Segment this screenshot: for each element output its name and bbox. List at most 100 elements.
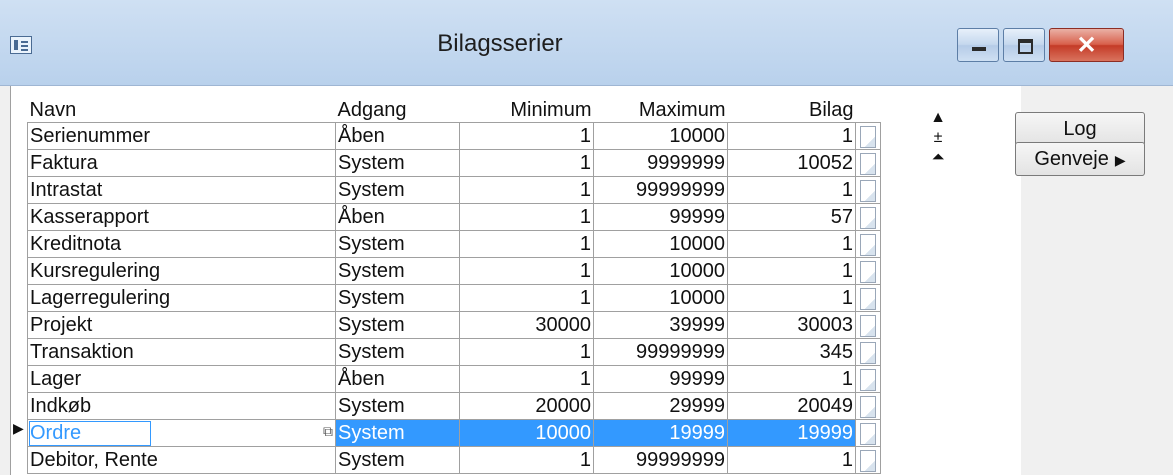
row-document-button[interactable]: [855, 122, 881, 150]
lookup-icon[interactable]: ⧉: [323, 423, 333, 440]
row-document-button[interactable]: [855, 365, 881, 393]
cell-maximum[interactable]: 99999: [593, 203, 728, 231]
row-document-button[interactable]: [855, 338, 881, 366]
table-row[interactable]: Lager Åben 1 99999 1: [27, 365, 881, 393]
cell-bilag[interactable]: 1: [727, 446, 856, 474]
cell-maximum[interactable]: 99999999: [593, 176, 728, 204]
cell-maximum[interactable]: 10000: [593, 230, 728, 258]
cell-adgang[interactable]: System: [335, 149, 460, 177]
table-row[interactable]: Transaktion System 1 99999999 345: [27, 338, 881, 366]
cell-adgang[interactable]: System: [335, 392, 460, 420]
column-header-navn[interactable]: Navn: [28, 94, 336, 123]
cell-minimum[interactable]: 30000: [459, 311, 594, 339]
cell-navn[interactable]: Lagerregulering: [27, 284, 336, 312]
cell-bilag[interactable]: 1: [727, 257, 856, 285]
cell-maximum[interactable]: 39999: [593, 311, 728, 339]
cell-minimum[interactable]: 1: [459, 122, 594, 150]
cell-minimum[interactable]: 1: [459, 230, 594, 258]
table-row[interactable]: Serienummer Åben 1 10000 1: [27, 122, 881, 150]
cell-adgang[interactable]: System: [335, 257, 460, 285]
table-row[interactable]: Intrastat System 1 99999999 1: [27, 176, 881, 204]
cell-navn[interactable]: Kursregulering: [27, 257, 336, 285]
scroll-up-icon[interactable]: ▲: [930, 108, 946, 128]
cell-bilag[interactable]: 1: [727, 284, 856, 312]
cell-maximum[interactable]: 99999: [593, 365, 728, 393]
cell-maximum[interactable]: 99999999: [593, 338, 728, 366]
row-document-button[interactable]: [855, 149, 881, 177]
cell-navn[interactable]: Serienummer: [27, 122, 336, 150]
cell-adgang[interactable]: System: [335, 446, 460, 474]
cell-minimum[interactable]: 1: [459, 176, 594, 204]
cell-adgang[interactable]: System: [335, 338, 460, 366]
cell-navn[interactable]: Intrastat: [27, 176, 336, 204]
genveje-button[interactable]: Genveje ▶: [1015, 142, 1145, 176]
column-header-minimum[interactable]: Minimum: [460, 94, 594, 123]
row-document-button[interactable]: [855, 284, 881, 312]
column-header-maximum[interactable]: Maximum: [594, 94, 728, 123]
cell-adgang[interactable]: Åben: [335, 122, 460, 150]
cell-adgang[interactable]: Åben: [335, 203, 460, 231]
row-document-button[interactable]: [855, 446, 881, 474]
scroll-page-up-icon[interactable]: ±: [930, 128, 946, 148]
cell-edit-input[interactable]: Ordre: [29, 420, 151, 446]
cell-bilag[interactable]: 345: [727, 338, 856, 366]
cell-bilag[interactable]: 20049: [727, 392, 856, 420]
cell-maximum[interactable]: 10000: [593, 284, 728, 312]
row-document-button[interactable]: [855, 311, 881, 339]
cell-navn[interactable]: Lager: [27, 365, 336, 393]
row-document-button[interactable]: [855, 419, 881, 447]
cell-navn[interactable]: Debitor, Rente: [27, 446, 336, 474]
cell-minimum[interactable]: 1: [459, 284, 594, 312]
cell-maximum[interactable]: 29999: [593, 392, 728, 420]
cell-maximum[interactable]: 99999999: [593, 446, 728, 474]
cell-bilag[interactable]: 1: [727, 365, 856, 393]
cell-adgang[interactable]: System: [335, 230, 460, 258]
cell-bilag[interactable]: 1: [727, 230, 856, 258]
table-row-selected[interactable]: Ordre ⧉ System 10000 19999 19999: [27, 419, 881, 447]
cell-maximum[interactable]: 10000: [593, 257, 728, 285]
table-row[interactable]: Debitor, Rente System 1 99999999 1: [27, 446, 881, 474]
cell-minimum[interactable]: 1: [459, 338, 594, 366]
table-row[interactable]: Lagerregulering System 1 10000 1: [27, 284, 881, 312]
row-document-button[interactable]: [855, 203, 881, 231]
column-header-bilag[interactable]: Bilag: [728, 94, 856, 123]
maximize-button[interactable]: [1003, 28, 1045, 62]
table-row[interactable]: Kursregulering System 1 10000 1: [27, 257, 881, 285]
row-document-button[interactable]: [855, 392, 881, 420]
cell-bilag[interactable]: 19999: [727, 419, 856, 447]
cell-minimum[interactable]: 1: [459, 446, 594, 474]
cell-navn[interactable]: Projekt: [27, 311, 336, 339]
scroll-top-icon[interactable]: ⏶: [930, 148, 946, 168]
cell-bilag[interactable]: 30003: [727, 311, 856, 339]
row-document-button[interactable]: [855, 257, 881, 285]
cell-maximum[interactable]: 19999: [593, 419, 728, 447]
cell-minimum[interactable]: 1: [459, 203, 594, 231]
cell-bilag[interactable]: 1: [727, 176, 856, 204]
table-row[interactable]: Kreditnota System 1 10000 1: [27, 230, 881, 258]
cell-bilag[interactable]: 10052: [727, 149, 856, 177]
cell-navn[interactable]: Indkøb: [27, 392, 336, 420]
row-document-button[interactable]: [855, 230, 881, 258]
cell-minimum[interactable]: 10000: [459, 419, 594, 447]
cell-navn[interactable]: Kasserapport: [27, 203, 336, 231]
cell-minimum[interactable]: 1: [459, 149, 594, 177]
minimize-button[interactable]: [957, 28, 999, 62]
cell-navn[interactable]: Faktura: [27, 149, 336, 177]
log-button[interactable]: Log: [1015, 112, 1145, 146]
cell-navn[interactable]: Kreditnota: [27, 230, 336, 258]
column-header-adgang[interactable]: Adgang: [336, 94, 460, 123]
cell-adgang[interactable]: System: [335, 419, 460, 447]
cell-minimum[interactable]: 20000: [459, 392, 594, 420]
cell-adgang[interactable]: System: [335, 176, 460, 204]
cell-bilag[interactable]: 1: [727, 122, 856, 150]
row-document-button[interactable]: [855, 176, 881, 204]
table-row[interactable]: Projekt System 30000 39999 30003: [27, 311, 881, 339]
cell-minimum[interactable]: 1: [459, 257, 594, 285]
cell-adgang[interactable]: Åben: [335, 365, 460, 393]
cell-navn[interactable]: Transaktion: [27, 338, 336, 366]
table-row[interactable]: Indkøb System 20000 29999 20049: [27, 392, 881, 420]
close-button[interactable]: ✕: [1049, 28, 1124, 62]
cell-adgang[interactable]: System: [335, 311, 460, 339]
cell-minimum[interactable]: 1: [459, 365, 594, 393]
table-row[interactable]: Faktura System 1 9999999 10052: [27, 149, 881, 177]
